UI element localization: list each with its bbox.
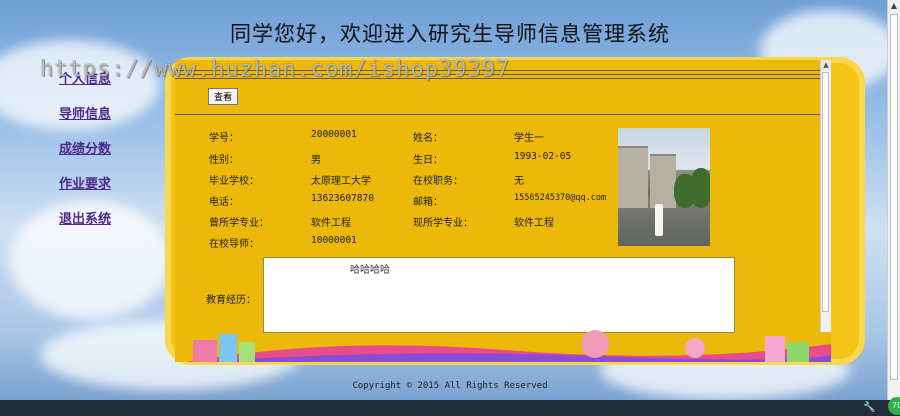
birthday-label: 生日： [413,155,443,166]
education-text: 哈哈哈哈 [350,265,390,276]
student-id-value: 20000001 [311,129,357,140]
scroll-thumb[interactable] [890,14,898,380]
email-label: 邮箱： [413,197,443,208]
student-photo [618,128,710,246]
birthday-value: 1993-02-05 [514,151,572,162]
student-id-label: 学号： [209,133,239,144]
curr-major-value: 软件工程 [514,218,554,229]
education-textarea[interactable]: 哈哈哈哈 [263,257,735,333]
frame-scrollbar[interactable]: ▲ [820,60,831,332]
page-title: 同学您好，欢迎进入研究生导师信息管理系统 [230,22,670,46]
divider [175,78,821,79]
education-label: 教育经历： [206,295,256,306]
phone-value: 13623607870 [311,193,374,204]
phone-label: 电话： [209,197,239,208]
divider [175,74,821,75]
gender-value: 男 [311,155,321,166]
divider [175,70,821,71]
nav-logout[interactable]: 退出系统 [59,208,111,227]
scroll-thumb[interactable] [822,72,829,312]
content-frame: 查看 学号： 20000001 姓名： 学生一 性别： 男 生日： 1993-0… [175,60,831,362]
gender-label: 性别： [209,155,239,166]
nav-homework[interactable]: 作业要求 [59,173,111,192]
prev-major-value: 软件工程 [311,218,351,229]
nav-scores[interactable]: 成绩分数 [59,138,111,157]
position-label: 在校职务： [413,176,463,187]
position-value: 无 [514,176,524,187]
nav-advisor-info[interactable]: 导师信息 [59,103,111,122]
email-value: 15565245370@qq.com [514,193,607,203]
advisor-label: 在校导师： [209,239,259,250]
advisor-value: 10000001 [311,235,357,246]
prev-major-label: 曾所学专业： [209,218,269,229]
name-value: 学生一 [514,133,544,144]
school-value: 太原理工大学 [311,176,371,187]
curr-major-label: 现所学专业： [413,218,473,229]
nav-personal-info[interactable]: 个人信息 [59,68,111,87]
green-badge-icon[interactable]: 70 [888,397,900,415]
divider [175,114,821,115]
wrench-icon[interactable]: 🔧 [863,402,875,413]
scroll-up-icon[interactable]: ▲ [888,0,900,12]
cartoon-decoration [186,330,831,362]
copyright-text: Copyright © 2015 All Rights Reserved [352,381,548,391]
taskbar: 🔧 70 [0,397,900,416]
view-button[interactable]: 查看 [208,88,239,105]
page-scrollbar[interactable]: ▲ [887,0,900,400]
scroll-up-icon[interactable]: ▲ [821,60,831,70]
school-label: 毕业学校： [209,176,259,187]
name-label: 姓名： [413,133,443,144]
side-nav: 个人信息 导师信息 成绩分数 作业要求 退出系统 [59,68,111,243]
